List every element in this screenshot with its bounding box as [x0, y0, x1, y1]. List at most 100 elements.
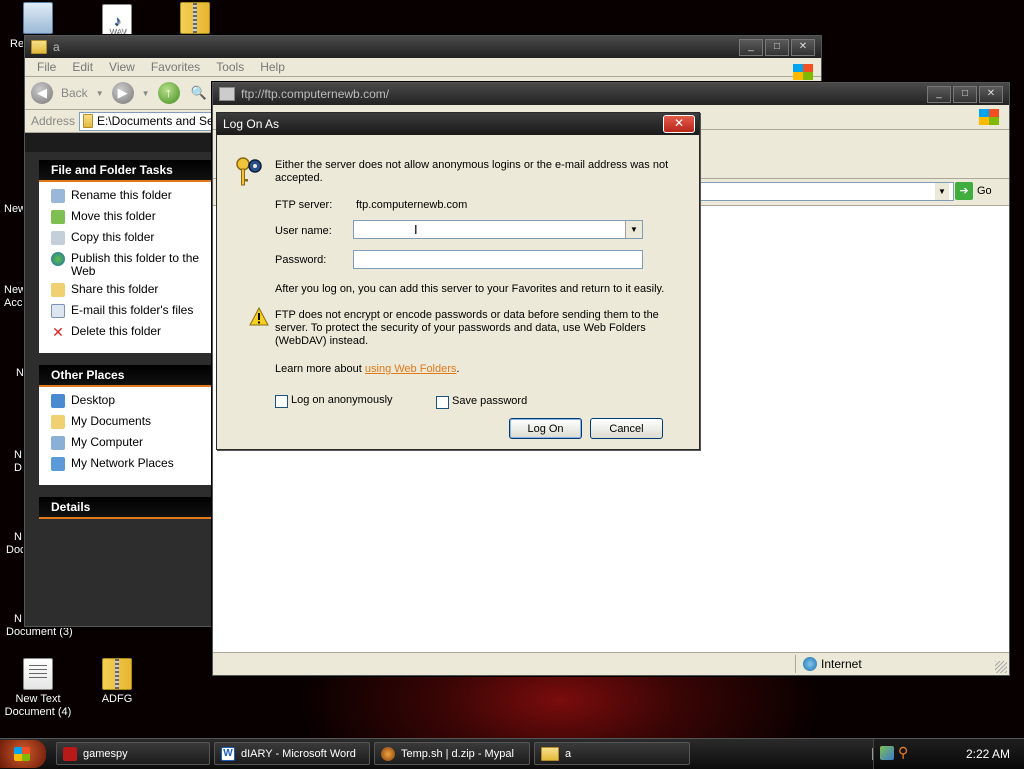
web-folders-link[interactable]: using Web Folders	[365, 363, 457, 375]
windows-logo-icon	[793, 64, 813, 80]
taskbar-button-a[interactable]: a	[534, 742, 690, 765]
task-rename-folder[interactable]: Rename this folder	[51, 188, 214, 209]
menu-tools[interactable]: Tools	[208, 60, 252, 74]
desktop-wav-file[interactable]: ♪ WAV	[77, 4, 157, 38]
taskbar-button-mypal[interactable]: Temp.sh | d.zip - Mypal	[374, 742, 530, 765]
desktop-zip-folder-top[interactable]	[155, 2, 235, 37]
learn-more-prefix: Learn more about	[275, 363, 365, 375]
menu-edit[interactable]: Edit	[64, 60, 101, 74]
learn-more-suffix: .	[456, 363, 460, 375]
status-zone: Internet	[821, 657, 862, 671]
desktop-edge-label: Re	[10, 38, 25, 50]
move-icon	[51, 210, 65, 224]
anonymous-label[interactable]: Log on anonymously	[291, 394, 393, 407]
place-desktop[interactable]: Desktop	[51, 393, 214, 414]
task-copy-folder[interactable]: Copy this folder	[51, 230, 214, 251]
ftp-address-input[interactable]	[699, 182, 954, 201]
desktop-edge-label: N	[14, 613, 22, 625]
place-my-computer[interactable]: My Computer	[51, 435, 214, 456]
file-folder-tasks-panel: File and Folder Tasks Rename this folder…	[39, 160, 214, 353]
ftp-title: ftp://ftp.computernewb.com/	[241, 87, 390, 101]
task-share-folder[interactable]: Share this folder	[51, 282, 214, 303]
anonymous-checkbox[interactable]	[275, 395, 288, 408]
ftp-server-value: ftp.computernewb.com	[356, 199, 468, 211]
desktop-icon	[51, 394, 65, 408]
desktop-edge-label: N	[14, 531, 22, 543]
desktop-edge-label: New	[4, 284, 27, 296]
address-input[interactable]: E:\Documents and Setti	[79, 111, 225, 131]
desktop-edge-label: N	[14, 449, 22, 461]
password-field[interactable]	[353, 250, 643, 269]
ftp-server-label: FTP server:	[275, 199, 333, 211]
place-my-documents[interactable]: My Documents	[51, 414, 214, 435]
menu-help[interactable]: Help	[252, 60, 293, 74]
back-button-label[interactable]: Back	[61, 86, 88, 100]
up-folder-icon[interactable]: ↑	[157, 82, 180, 104]
ftp-titlebar[interactable]: ftp://ftp.computernewb.com/ _ □ ✕	[213, 83, 1009, 105]
forward-arrow-icon[interactable]: ▶	[111, 82, 134, 104]
resize-grip-icon[interactable]	[995, 661, 1007, 673]
desktop-adfg[interactable]: ADFG	[77, 658, 157, 706]
keys-icon	[233, 155, 263, 189]
globe-icon	[51, 252, 65, 266]
place-my-network-places[interactable]: My Network Places	[51, 456, 214, 477]
globe-icon	[803, 657, 817, 671]
logon-button[interactable]: Log On	[509, 418, 582, 439]
text-cursor-icon: I	[414, 222, 418, 237]
details-panel-header[interactable]: Details	[39, 497, 214, 519]
maximize-button[interactable]: □	[953, 85, 977, 103]
desktop-edge-label: New	[4, 203, 27, 215]
text-document-icon	[23, 658, 53, 690]
places-panel-header[interactable]: Other Places	[39, 365, 214, 387]
explorer-title: a	[53, 40, 60, 54]
username-combobox[interactable]: I ▼	[353, 220, 643, 239]
ftp-page-icon	[219, 87, 235, 101]
save-password-label[interactable]: Save password	[452, 395, 527, 408]
task-delete-folder[interactable]: ✕ Delete this folder	[51, 324, 214, 345]
clock[interactable]: 2:22 AM	[966, 747, 1010, 761]
folder-icon	[541, 746, 559, 761]
back-arrow-icon[interactable]: ◀	[31, 82, 53, 104]
go-button[interactable]: ➔ Go	[955, 182, 992, 200]
taskbar-button-gamespy[interactable]: gamespy	[56, 742, 210, 765]
cancel-button[interactable]: Cancel	[590, 418, 663, 439]
desktop-new-text-document-4[interactable]: New Text Document (4)	[0, 658, 78, 719]
menu-favorites[interactable]: Favorites	[143, 60, 208, 74]
task-email-folder[interactable]: E-mail this folder's files	[51, 303, 214, 324]
username-label: User name:	[275, 225, 332, 237]
explorer-titlebar[interactable]: a _ □ ✕	[25, 36, 821, 58]
menu-view[interactable]: View	[101, 60, 143, 74]
ftp-address-dropdown[interactable]: ▼	[935, 183, 949, 200]
task-move-folder[interactable]: Move this folder	[51, 209, 214, 230]
address-label: Address	[31, 114, 76, 128]
taskbar: gamespy W dIARY - Microsoft Word Temp.sh…	[0, 738, 1024, 769]
search-icon[interactable]: 🔍	[188, 82, 210, 104]
username-dropdown-button[interactable]: ▼	[625, 221, 642, 238]
password-label: Password:	[275, 254, 327, 266]
save-password-checkbox[interactable]	[436, 396, 449, 409]
desktop-edge-label: Document (3)	[6, 626, 73, 638]
close-button[interactable]: ✕	[979, 85, 1003, 103]
back-dropdown-icon[interactable]: ▼	[96, 89, 104, 98]
start-button[interactable]	[0, 740, 46, 768]
maximize-button[interactable]: □	[765, 38, 789, 56]
minimize-button[interactable]: _	[927, 85, 951, 103]
network-tray-icon[interactable]	[880, 746, 894, 760]
status-divider	[795, 655, 796, 673]
forward-dropdown-icon[interactable]: ▼	[142, 89, 150, 98]
minimize-button[interactable]: _	[739, 38, 763, 56]
task-publish-folder[interactable]: Publish this folder to the Web	[51, 251, 214, 282]
search-tray-icon[interactable]: ⚲	[898, 744, 908, 761]
folder-icon	[83, 114, 93, 128]
word-icon: W	[221, 746, 235, 761]
close-button[interactable]: ✕	[791, 38, 815, 56]
share-folder-icon	[51, 283, 65, 297]
zip-folder-icon	[180, 2, 210, 34]
dialog-titlebar[interactable]: Log On As ✕	[217, 113, 699, 135]
gamespy-icon	[63, 746, 77, 761]
menu-file[interactable]: File	[29, 60, 64, 74]
taskbar-button-word[interactable]: W dIARY - Microsoft Word	[214, 742, 370, 765]
desktop-recycle-bin[interactable]	[0, 2, 78, 37]
tasks-panel-header[interactable]: File and Folder Tasks	[39, 160, 214, 182]
dialog-close-button[interactable]: ✕	[663, 115, 695, 133]
